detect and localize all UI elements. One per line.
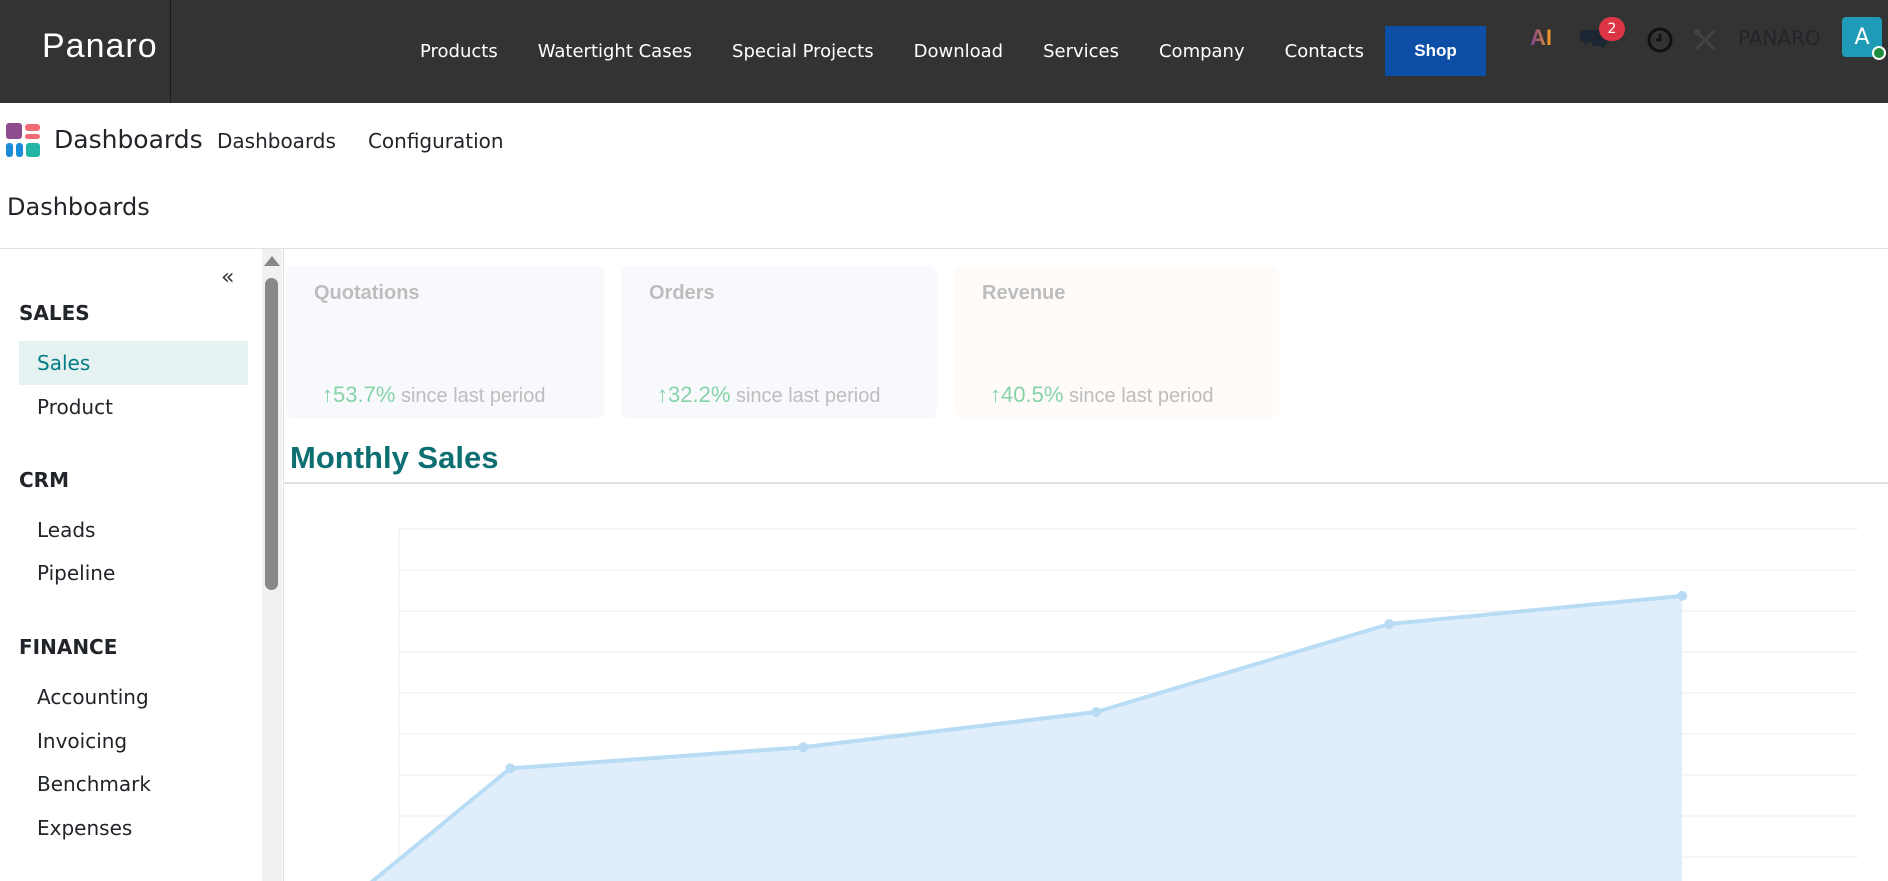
clock-icon[interactable] [1647,27,1673,53]
sales-area [324,595,1683,881]
scroll-up-arrow[interactable] [264,256,280,266]
kpi-card-orders[interactable]: Orders ↑32.2% since last period [621,266,937,419]
sidebar-item-pipeline[interactable]: Pipeline [19,551,248,595]
sales-point[interactable] [1384,619,1395,630]
kpi-trend: ↑40.5% since last period [990,382,1213,408]
sidebar-item-expenses[interactable]: Expenses [19,806,248,850]
kpi-percent: 53.7% [333,382,396,407]
section-divider [284,482,1888,484]
site-logo[interactable]: Panaro [42,27,158,66]
sales-point[interactable] [505,763,516,774]
nav-special-projects[interactable]: Special Projects [732,41,874,62]
kpi-suffix: since last period [730,385,881,407]
nav-products[interactable]: Products [420,41,498,62]
sidebar-item-leads[interactable]: Leads [19,508,248,552]
menu-dashboards[interactable]: Dashboards [217,129,336,153]
app-title[interactable]: Dashboards [54,125,203,154]
company-name[interactable]: PANARO [1738,26,1821,50]
apps-menu-icon[interactable] [6,123,40,157]
sales-point[interactable] [1677,590,1688,601]
nav-watertight-cases[interactable]: Watertight Cases [538,41,692,62]
app-navbar: Dashboards Dashboards Configuration [0,103,1888,177]
site-nav: Products Watertight Cases Special Projec… [400,0,1384,103]
sales-point[interactable] [1091,707,1102,718]
kpi-trend: ↑53.7% since last period [322,382,545,408]
kpi-title: Orders [649,282,715,304]
kpi-suffix: since last period [1063,385,1214,407]
collapse-sidebar-icon[interactable]: « [221,265,234,290]
site-logo-area[interactable]: Panaro [0,0,171,103]
kpi-suffix: since last period [395,385,546,407]
kpi-card-quotations[interactable]: Quotations ↑53.7% since last period [286,266,604,419]
app-menu: Dashboards Configuration [217,129,536,153]
sidebar-section-sales: SALES [19,301,90,325]
sidebar-section-crm: CRM [19,468,69,492]
sidebar-item-sales[interactable]: Sales [19,341,248,385]
kpi-title: Revenue [982,282,1066,304]
nav-company[interactable]: Company [1159,41,1245,62]
sidebar-scroll-thumb[interactable] [265,278,278,590]
kpi-percent: 40.5% [1001,382,1064,407]
sales-point[interactable] [798,742,809,753]
up-arrow-icon: ↑ [990,382,1001,407]
nav-contacts[interactable]: Contacts [1285,41,1364,62]
sidebar-item-product[interactable]: Product [19,385,248,429]
user-avatar[interactable]: A [1842,17,1886,60]
menu-configuration[interactable]: Configuration [368,129,504,153]
kpi-percent: 32.2% [668,382,731,407]
section-title-monthly-sales: Monthly Sales [290,440,499,475]
kpi-trend: ↑32.2% since last period [657,382,880,408]
avatar-letter: A [1854,24,1870,50]
kpi-card-revenue[interactable]: Revenue ↑40.5% since last period [954,266,1279,419]
monthly-sales-chart [324,528,1858,881]
up-arrow-icon: ↑ [322,382,333,407]
sidebar-section-finance: FINANCE [19,635,118,659]
shop-button[interactable]: Shop [1385,26,1486,76]
tools-icon[interactable] [1692,27,1718,53]
online-status-dot [1872,46,1886,60]
sidebar-item-invoicing[interactable]: Invoicing [19,719,248,763]
sidebar-item-benchmark[interactable]: Benchmark [19,762,248,806]
sidebar-item-accounting[interactable]: Accounting [19,675,248,719]
nav-download[interactable]: Download [914,41,1003,62]
chat-count-badge: 2 [1599,17,1625,41]
up-arrow-icon: ↑ [657,382,668,407]
site-header: Panaro Products Watertight Cases Special… [0,0,1888,103]
kpi-title: Quotations [314,282,420,304]
nav-services[interactable]: Services [1043,41,1119,62]
ai-icon[interactable]: AI [1530,25,1552,51]
sidebar: « SALES Sales Product CRM Leads Pipeline… [0,249,262,881]
breadcrumb: Dashboards [7,193,150,221]
